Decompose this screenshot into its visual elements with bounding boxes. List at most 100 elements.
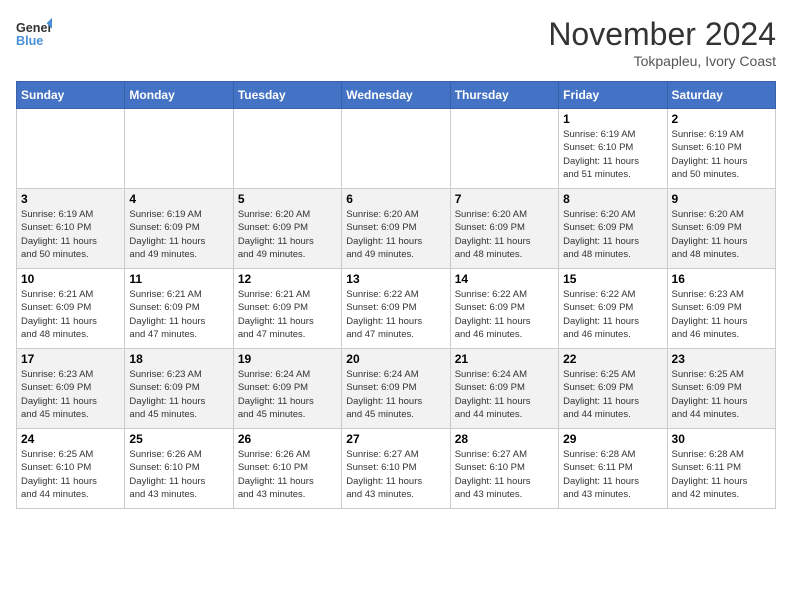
day-info: Sunrise: 6:19 AM Sunset: 6:10 PM Dayligh… [21, 208, 120, 261]
day-number: 22 [563, 352, 662, 366]
day-number: 12 [238, 272, 337, 286]
day-number: 26 [238, 432, 337, 446]
week-row-4: 17 Sunrise: 6:23 AM Sunset: 6:09 PM Dayli… [17, 349, 776, 429]
day-number: 4 [129, 192, 228, 206]
day-info: Sunrise: 6:27 AM Sunset: 6:10 PM Dayligh… [455, 448, 554, 501]
day-number: 29 [563, 432, 662, 446]
calendar-table: SundayMondayTuesdayWednesdayThursdayFrid… [16, 81, 776, 509]
day-info: Sunrise: 6:22 AM Sunset: 6:09 PM Dayligh… [455, 288, 554, 341]
day-number: 16 [672, 272, 771, 286]
day-cell-17: 17 Sunrise: 6:23 AM Sunset: 6:09 PM Dayli… [17, 349, 125, 429]
weekday-header-tuesday: Tuesday [233, 82, 341, 109]
day-cell-13: 13 Sunrise: 6:22 AM Sunset: 6:09 PM Dayli… [342, 269, 450, 349]
day-cell-18: 18Sunrise: 6:23 AM Sunset: 6:09 PM Dayli… [125, 349, 233, 429]
day-number: 20 [346, 352, 445, 366]
week-row-1: 1Sunrise: 6:19 AM Sunset: 6:10 PM Daylig… [17, 109, 776, 189]
weekday-header-wednesday: Wednesday [342, 82, 450, 109]
day-info: Sunrise: 6:26 AM Sunset: 6:10 PM Dayligh… [238, 448, 337, 501]
day-cell-4: 4 Sunrise: 6:19 AM Sunset: 6:09 PM Daylig… [125, 189, 233, 269]
calendar-header: SundayMondayTuesdayWednesdayThursdayFrid… [17, 82, 776, 109]
day-info: Sunrise: 6:21 AM Sunset: 6:09 PM Dayligh… [21, 288, 120, 341]
day-number: 13 [346, 272, 445, 286]
day-cell-20: 20 Sunrise: 6:24 AM Sunset: 6:09 PM Dayli… [342, 349, 450, 429]
day-cell-8: 8Sunrise: 6:20 AM Sunset: 6:09 PM Daylig… [559, 189, 667, 269]
day-cell-28: 28Sunrise: 6:27 AM Sunset: 6:10 PM Dayli… [450, 429, 558, 509]
week-row-5: 24 Sunrise: 6:25 AM Sunset: 6:10 PM Dayli… [17, 429, 776, 509]
day-number: 6 [346, 192, 445, 206]
day-number: 11 [129, 272, 228, 286]
day-info: Sunrise: 6:27 AM Sunset: 6:10 PM Dayligh… [346, 448, 445, 501]
day-number: 10 [21, 272, 120, 286]
day-cell-23: 23Sunrise: 6:25 AM Sunset: 6:09 PM Dayli… [667, 349, 775, 429]
day-cell-21: 21 Sunrise: 6:24 AM Sunset: 6:09 PM Dayli… [450, 349, 558, 429]
day-cell-24: 24 Sunrise: 6:25 AM Sunset: 6:10 PM Dayli… [17, 429, 125, 509]
day-cell-empty-0-4 [450, 109, 558, 189]
weekday-header-row: SundayMondayTuesdayWednesdayThursdayFrid… [17, 82, 776, 109]
day-cell-12: 12 Sunrise: 6:21 AM Sunset: 6:09 PM Dayli… [233, 269, 341, 349]
logo: General Blue [16, 16, 52, 52]
week-row-3: 10 Sunrise: 6:21 AM Sunset: 6:09 PM Dayli… [17, 269, 776, 349]
day-cell-25: 25 Sunrise: 6:26 AM Sunset: 6:10 PM Dayli… [125, 429, 233, 509]
day-cell-5: 5 Sunrise: 6:20 AM Sunset: 6:09 PM Daylig… [233, 189, 341, 269]
day-info: Sunrise: 6:24 AM Sunset: 6:09 PM Dayligh… [238, 368, 337, 421]
day-info: Sunrise: 6:20 AM Sunset: 6:09 PM Dayligh… [346, 208, 445, 261]
day-number: 3 [21, 192, 120, 206]
day-cell-1: 1Sunrise: 6:19 AM Sunset: 6:10 PM Daylig… [559, 109, 667, 189]
day-cell-14: 14 Sunrise: 6:22 AM Sunset: 6:09 PM Dayli… [450, 269, 558, 349]
day-info: Sunrise: 6:22 AM Sunset: 6:09 PM Dayligh… [346, 288, 445, 341]
page-header: General Blue November 2024 Tokpapleu, Iv… [16, 16, 776, 69]
week-row-2: 3 Sunrise: 6:19 AM Sunset: 6:10 PM Daylig… [17, 189, 776, 269]
logo-icon: General Blue [16, 16, 52, 52]
day-cell-30: 30 Sunrise: 6:28 AM Sunset: 6:11 PM Dayli… [667, 429, 775, 509]
day-number: 17 [21, 352, 120, 366]
day-number: 24 [21, 432, 120, 446]
day-cell-7: 7Sunrise: 6:20 AM Sunset: 6:09 PM Daylig… [450, 189, 558, 269]
location: Tokpapleu, Ivory Coast [548, 53, 776, 69]
day-info: Sunrise: 6:24 AM Sunset: 6:09 PM Dayligh… [455, 368, 554, 421]
day-cell-9: 9Sunrise: 6:20 AM Sunset: 6:09 PM Daylig… [667, 189, 775, 269]
weekday-header-sunday: Sunday [17, 82, 125, 109]
day-info: Sunrise: 6:25 AM Sunset: 6:09 PM Dayligh… [563, 368, 662, 421]
title-block: November 2024 Tokpapleu, Ivory Coast [548, 16, 776, 69]
day-cell-16: 16 Sunrise: 6:23 AM Sunset: 6:09 PM Dayli… [667, 269, 775, 349]
day-cell-22: 22 Sunrise: 6:25 AM Sunset: 6:09 PM Dayli… [559, 349, 667, 429]
day-number: 21 [455, 352, 554, 366]
day-info: Sunrise: 6:25 AM Sunset: 6:10 PM Dayligh… [21, 448, 120, 501]
day-cell-29: 29 Sunrise: 6:28 AM Sunset: 6:11 PM Dayli… [559, 429, 667, 509]
day-info: Sunrise: 6:19 AM Sunset: 6:09 PM Dayligh… [129, 208, 228, 261]
day-number: 30 [672, 432, 771, 446]
weekday-header-thursday: Thursday [450, 82, 558, 109]
day-info: Sunrise: 6:23 AM Sunset: 6:09 PM Dayligh… [672, 288, 771, 341]
day-cell-10: 10 Sunrise: 6:21 AM Sunset: 6:09 PM Dayli… [17, 269, 125, 349]
day-number: 23 [672, 352, 771, 366]
day-info: Sunrise: 6:26 AM Sunset: 6:10 PM Dayligh… [129, 448, 228, 501]
day-info: Sunrise: 6:24 AM Sunset: 6:09 PM Dayligh… [346, 368, 445, 421]
day-info: Sunrise: 6:19 AM Sunset: 6:10 PM Dayligh… [672, 128, 771, 181]
day-info: Sunrise: 6:23 AM Sunset: 6:09 PM Dayligh… [21, 368, 120, 421]
day-info: Sunrise: 6:28 AM Sunset: 6:11 PM Dayligh… [563, 448, 662, 501]
day-number: 19 [238, 352, 337, 366]
day-number: 9 [672, 192, 771, 206]
day-info: Sunrise: 6:28 AM Sunset: 6:11 PM Dayligh… [672, 448, 771, 501]
day-cell-empty-0-3 [342, 109, 450, 189]
day-number: 8 [563, 192, 662, 206]
weekday-header-saturday: Saturday [667, 82, 775, 109]
day-number: 7 [455, 192, 554, 206]
day-info: Sunrise: 6:21 AM Sunset: 6:09 PM Dayligh… [129, 288, 228, 341]
day-number: 15 [563, 272, 662, 286]
day-number: 2 [672, 112, 771, 126]
day-info: Sunrise: 6:19 AM Sunset: 6:10 PM Dayligh… [563, 128, 662, 181]
day-cell-11: 11 Sunrise: 6:21 AM Sunset: 6:09 PM Dayli… [125, 269, 233, 349]
day-info: Sunrise: 6:21 AM Sunset: 6:09 PM Dayligh… [238, 288, 337, 341]
svg-text:Blue: Blue [16, 34, 43, 48]
day-info: Sunrise: 6:20 AM Sunset: 6:09 PM Dayligh… [238, 208, 337, 261]
weekday-header-friday: Friday [559, 82, 667, 109]
day-cell-3: 3 Sunrise: 6:19 AM Sunset: 6:10 PM Daylig… [17, 189, 125, 269]
day-cell-19: 19 Sunrise: 6:24 AM Sunset: 6:09 PM Dayli… [233, 349, 341, 429]
day-number: 25 [129, 432, 228, 446]
calendar-body: 1Sunrise: 6:19 AM Sunset: 6:10 PM Daylig… [17, 109, 776, 509]
day-info: Sunrise: 6:23 AM Sunset: 6:09 PM Dayligh… [129, 368, 228, 421]
day-cell-6: 6 Sunrise: 6:20 AM Sunset: 6:09 PM Daylig… [342, 189, 450, 269]
day-number: 5 [238, 192, 337, 206]
day-number: 14 [455, 272, 554, 286]
